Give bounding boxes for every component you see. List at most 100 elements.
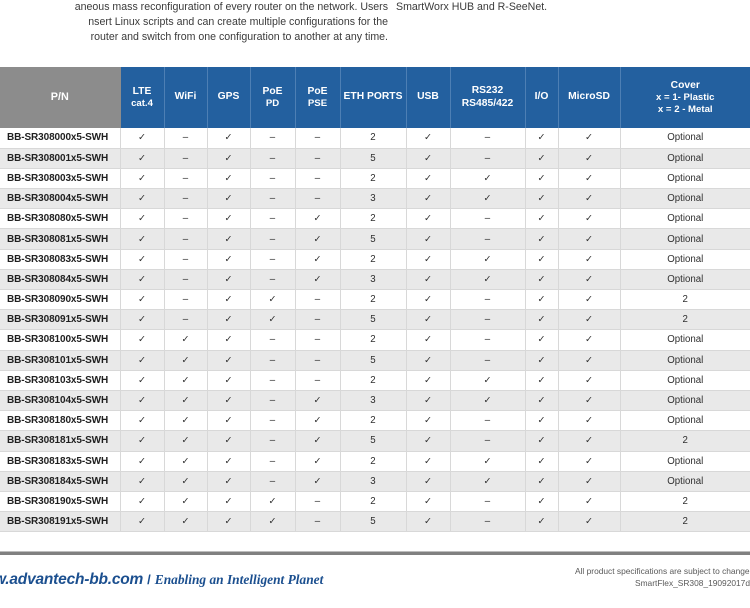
cell-cover: 2 (620, 289, 750, 311)
cell-usb: ✓ (406, 471, 451, 492)
cell-gps: ✓ (207, 329, 251, 351)
cell-io: ✓ (525, 249, 559, 270)
cell-lte: ✓ (120, 228, 165, 250)
cell-gps: ✓ (207, 148, 251, 169)
footer-website-link[interactable]: w.advantech-bb.com (0, 571, 143, 588)
cell-poe_pd: – (250, 451, 296, 472)
column-header-io: I/O (524, 67, 559, 128)
cell-microsd: ✓ (558, 249, 621, 270)
cell-microsd: ✓ (558, 370, 621, 391)
cell-lte: ✓ (120, 430, 165, 452)
cell-wifi: ✓ (164, 511, 208, 533)
cell-lte: ✓ (120, 329, 165, 351)
cell-microsd: ✓ (558, 309, 621, 331)
cell-cover: Optional (620, 390, 750, 412)
cell-io: ✓ (525, 168, 559, 190)
cell-wifi: – (164, 128, 208, 149)
cell-cover: 2 (620, 491, 750, 513)
cell-poe_pd: ✓ (250, 309, 296, 331)
table-row: BB-SR308004x5-SWH ✓ – ✓ – –3 ✓ ✓ ✓ ✓ Optional (0, 188, 750, 210)
table-row: BB-SR308191x5-SWH ✓ ✓ ✓ ✓ –5 ✓ – ✓ ✓ 2 (0, 511, 750, 533)
cell-eth: 5 (340, 350, 407, 371)
cell-gps: ✓ (207, 410, 251, 432)
cell-rs232: – (450, 350, 526, 371)
cell-wifi: ✓ (164, 451, 208, 472)
cell-eth: 5 (340, 148, 407, 169)
cell-rs232: – (450, 410, 526, 432)
cell-poe_pse: – (295, 128, 341, 149)
cell-eth: 2 (340, 329, 407, 351)
cell-usb: ✓ (406, 128, 451, 149)
cell-cover: Optional (620, 410, 750, 432)
column-header-lte-label: LTE (132, 85, 152, 97)
cell-cover: Optional (620, 370, 750, 391)
cell-poe_pse: – (295, 511, 341, 533)
cell-cover: Optional (620, 208, 750, 230)
cell-cover: Optional (620, 329, 750, 351)
cell-poe_pse: ✓ (295, 471, 341, 492)
cell-io: ✓ (525, 329, 559, 351)
page-footer: w.advantech-bb.com / Enabling an Intellige… (0, 560, 750, 608)
cell-wifi: ✓ (164, 390, 208, 412)
column-header-poe-pse-sub: PSE (307, 97, 328, 109)
table-row: BB-SR308091x5-SWH ✓ – ✓ ✓ –5 ✓ – ✓ ✓ 2 (0, 309, 750, 331)
cell-lte: ✓ (120, 350, 165, 371)
column-header-gps-label: GPS (217, 91, 240, 103)
cell-microsd: ✓ (558, 148, 621, 169)
cell-rs232: – (450, 309, 526, 331)
cell-usb: ✓ (406, 451, 451, 472)
cell-lte: ✓ (120, 289, 165, 311)
cell-poe_pse: – (295, 168, 341, 190)
cell-io: ✓ (525, 410, 559, 432)
cell-microsd: ✓ (558, 329, 621, 351)
cell-poe_pd: – (250, 410, 296, 432)
cell-poe_pse: ✓ (295, 249, 341, 270)
column-header-usb-label: USB (417, 91, 439, 103)
table-row: BB-SR308101x5-SWH ✓ ✓ ✓ – –5 ✓ – ✓ ✓ Optional (0, 350, 750, 371)
table-body: BB-SR308000x5-SWH ✓ – ✓ – –2 ✓ – ✓ ✓ Optional BB-SR… (0, 128, 750, 533)
table-row: BB-SR308103x5-SWH ✓ ✓ ✓ – –2 ✓ ✓ ✓ ✓ Optional (0, 370, 750, 391)
cell-part-number: BB-SR308183x5-SWH (0, 451, 121, 472)
cell-wifi: – (164, 289, 208, 311)
cell-lte: ✓ (120, 410, 165, 432)
cell-poe_pse: – (295, 370, 341, 391)
intro-left-line-3: router and switch from one configuration… (90, 31, 388, 44)
cell-eth: 3 (340, 188, 407, 210)
cell-rs232: – (450, 329, 526, 351)
cell-rs232: – (450, 228, 526, 250)
cell-lte: ✓ (120, 208, 165, 230)
cell-poe_pse: – (295, 309, 341, 331)
cell-eth: 5 (340, 309, 407, 331)
column-header-poe-pse: PoE PSE (294, 67, 341, 128)
cell-part-number: BB-SR308180x5-SWH (0, 410, 121, 432)
cell-poe_pse: ✓ (295, 269, 341, 291)
cell-eth: 5 (340, 228, 407, 250)
cell-microsd: ✓ (558, 168, 621, 190)
cell-wifi: ✓ (164, 491, 208, 513)
cell-part-number: BB-SR308004x5-SWH (0, 188, 121, 210)
column-header-microsd: MicroSD (557, 67, 621, 128)
cell-cover: Optional (620, 269, 750, 291)
cell-poe_pd: – (250, 128, 296, 149)
cell-part-number: BB-SR308084x5-SWH (0, 269, 121, 291)
cell-lte: ✓ (120, 491, 165, 513)
column-header-wifi: WiFi (163, 67, 208, 128)
cell-lte: ✓ (120, 269, 165, 291)
cell-io: ✓ (525, 148, 559, 169)
cell-usb: ✓ (406, 148, 451, 169)
cell-part-number: BB-SR308081x5-SWH (0, 228, 121, 250)
column-header-microsd-label: MicroSD (568, 91, 610, 103)
cell-usb: ✓ (406, 350, 451, 371)
cell-microsd: ✓ (558, 350, 621, 371)
footer-tagline: Enabling an Intelligent Planet (154, 572, 324, 587)
cell-poe_pd: – (250, 390, 296, 412)
cell-usb: ✓ (406, 208, 451, 230)
table-row: BB-SR308184x5-SWH ✓ ✓ ✓ – ✓ 3 ✓ ✓ ✓ ✓ Optional (0, 471, 750, 492)
column-header-pn-label: P/N (50, 91, 69, 104)
column-header-cover: Cover x = 1- Plastic x = 2 - Metal (619, 67, 750, 128)
cell-part-number: BB-SR308080x5-SWH (0, 208, 121, 230)
cell-wifi: – (164, 168, 208, 190)
intro-left-column: aneous mass reconfiguration of every rou… (0, 0, 388, 46)
cell-rs232: – (450, 511, 526, 533)
cell-part-number: BB-SR308191x5-SWH (0, 511, 121, 533)
